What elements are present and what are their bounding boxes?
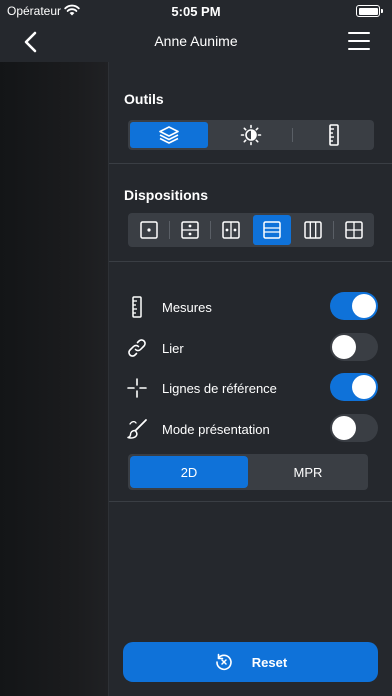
setting-label: Lier — [162, 341, 184, 356]
mode-mpr-button[interactable]: MPR — [248, 454, 368, 490]
hamburger-menu-icon[interactable] — [348, 30, 374, 52]
layout-two-rows-dots-button[interactable] — [169, 213, 210, 247]
layout-two-columns-dots-button[interactable] — [210, 213, 251, 247]
layout-grid-button[interactable] — [333, 213, 374, 247]
ruler-icon — [132, 296, 142, 318]
layout-single-icon — [139, 221, 158, 239]
tool-brightness-button[interactable] — [210, 120, 292, 150]
dispositions-title: Dispositions — [124, 187, 209, 203]
settings-panel: Outils Dispositions Mesures Lier Lignes … — [108, 62, 392, 696]
outils-title: Outils — [124, 91, 164, 107]
page-title: Anne Aunime — [154, 33, 238, 49]
ruler-icon — [328, 124, 339, 146]
status-bar: Opérateur 5:05 PM — [0, 0, 392, 22]
navigation-bar: Anne Aunime — [0, 22, 392, 62]
tools-segmented-control — [128, 120, 374, 150]
battery-icon — [356, 5, 383, 17]
layout-grid-icon — [344, 221, 363, 239]
layout-two-rows-dots-icon — [180, 221, 199, 239]
setting-label: Mode présentation — [162, 422, 270, 437]
setting-row-mode-presentation: Mode présentation — [124, 414, 378, 444]
layout-three-columns-icon — [303, 221, 322, 239]
setting-label: Mesures — [162, 300, 212, 315]
clock: 5:05 PM — [171, 4, 221, 19]
crosshair-icon — [127, 378, 147, 398]
setting-row-lignes-de-reference: Lignes de référence — [124, 373, 378, 403]
tool-ruler-button[interactable] — [293, 120, 374, 150]
layout-two-columns-dots-icon — [221, 221, 240, 239]
link-icon — [128, 339, 146, 357]
layout-two-rows-icon — [263, 221, 281, 239]
brush-icon — [127, 419, 147, 439]
setting-row-lier: Lier — [124, 333, 378, 363]
setting-row-mesures: Mesures — [124, 292, 378, 322]
view-mode-segmented-control: 2D MPR — [128, 454, 368, 490]
layers-icon — [159, 126, 179, 144]
reset-button[interactable]: Reset — [123, 642, 378, 682]
reset-icon — [215, 653, 232, 671]
brightness-icon — [240, 124, 262, 146]
reset-label: Reset — [251, 654, 288, 670]
image-viewer[interactable] — [0, 62, 108, 696]
layout-segmented-control — [128, 213, 374, 247]
setting-label: Lignes de référence — [162, 381, 277, 396]
lignes-de-reference-toggle[interactable] — [330, 373, 378, 401]
layout-single-button[interactable] — [128, 213, 169, 247]
lier-toggle[interactable] — [330, 333, 378, 361]
mode-2d-button[interactable]: 2D — [130, 456, 248, 488]
mode-presentation-toggle[interactable] — [330, 414, 378, 442]
layout-two-rows-button[interactable] — [253, 215, 291, 245]
tool-layers-button[interactable] — [130, 122, 208, 148]
layout-three-columns-button[interactable] — [292, 213, 333, 247]
mesures-toggle[interactable] — [330, 292, 378, 320]
